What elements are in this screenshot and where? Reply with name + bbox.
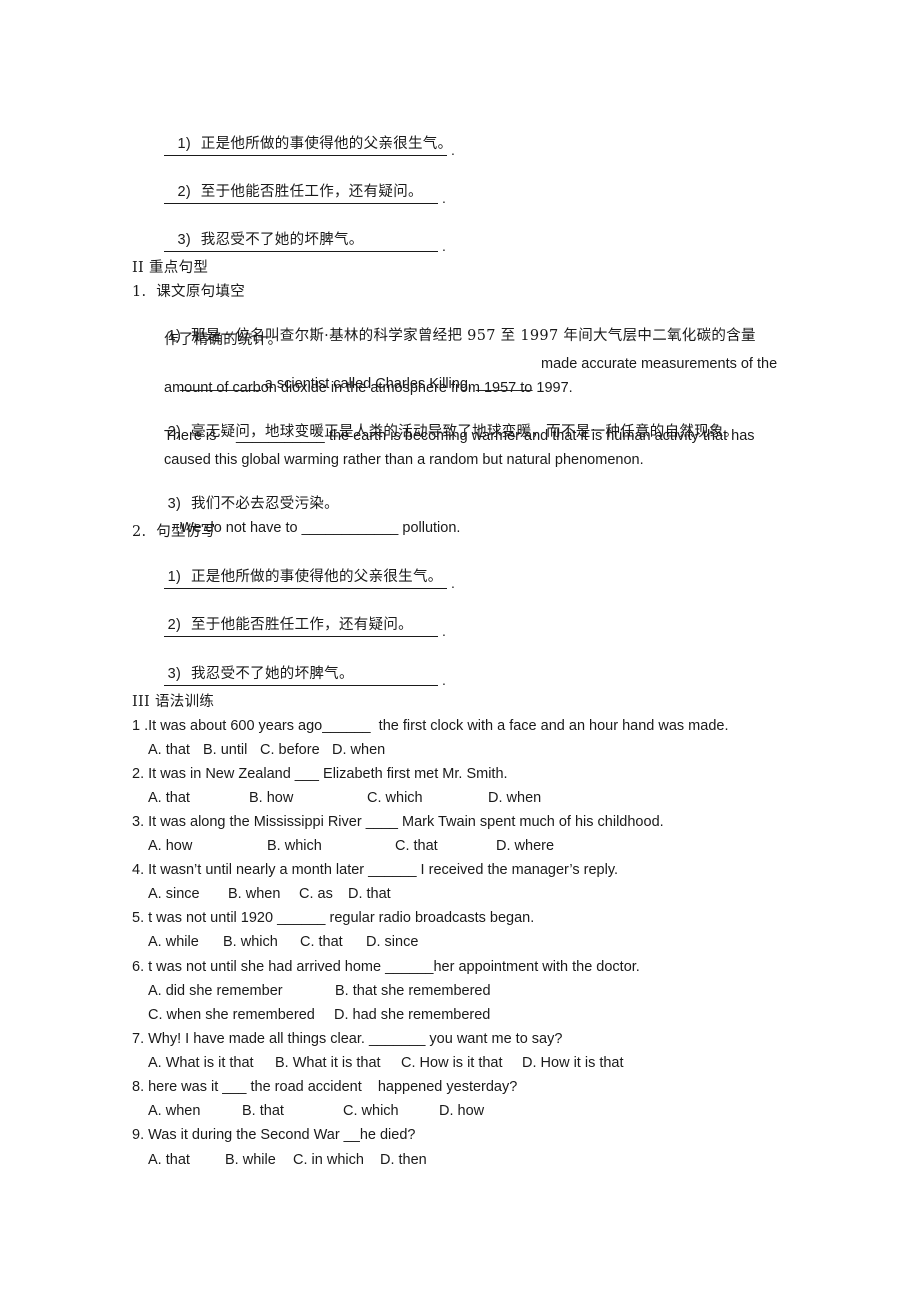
answer-blank[interactable] (164, 203, 438, 204)
fill-item-2-english-start: There is (164, 428, 217, 444)
option-c[interactable]: C. that (300, 932, 343, 952)
option-d[interactable]: D. how (439, 1101, 484, 1121)
option-a[interactable]: A. how (148, 836, 192, 856)
imitation-item-3: 3) 我忍受不了她的坏脾气。 (148, 644, 354, 682)
option-b[interactable]: B. that (242, 1101, 284, 1121)
option-d[interactable]: D. How it is that (522, 1053, 624, 1073)
question-4-stem: 4. It wasn’t until nearly a month later … (132, 862, 619, 878)
answer-blank[interactable]: ___________ (236, 426, 325, 446)
option-d[interactable]: D. when (488, 788, 541, 808)
fill-item-2-english-tail: the earth is becoming warmer and that it… (329, 428, 755, 444)
option-b[interactable]: B. until (203, 740, 247, 760)
option-d[interactable]: D. when (332, 740, 385, 760)
item-number: 3) (177, 232, 191, 248)
option-c[interactable]: C. as (299, 884, 333, 904)
blank-period: . (442, 672, 446, 688)
option-c[interactable]: C. before (260, 740, 320, 760)
item-text: 至于他能否胜任工作，还有疑问。 (200, 184, 423, 200)
item-number: 2) (167, 617, 182, 633)
fill-item-3-english: We do not have to ____________ pollution… (164, 498, 460, 536)
blank-period: . (442, 190, 446, 206)
option-d[interactable]: D. where (496, 836, 554, 856)
option-b[interactable]: B. that she remembered (335, 981, 491, 1001)
answer-blank[interactable] (164, 155, 447, 156)
option-b[interactable]: B. which (267, 836, 322, 856)
item-text: 正是他所做的事使得他的父亲很生气。 (200, 136, 453, 152)
option-d[interactable]: D. since (366, 932, 418, 952)
question-6-stem: 6. t was not until she had arrived home … (132, 959, 640, 975)
item-number: 1) (167, 569, 182, 585)
option-c[interactable]: C. in which (293, 1150, 364, 1170)
blank-period: . (442, 238, 446, 254)
question-1-stem: 1 .It was about 600 years ago______ the … (132, 718, 729, 734)
question-8-stem: 8. here was it ___ the road accident hap… (132, 1079, 518, 1095)
item-text: 我忍受不了她的坏脾气。 (200, 232, 364, 248)
top-item-3: 3) 我忍受不了她的坏脾气。 (148, 210, 364, 248)
question-9-stem: 9. Was it during the Second War __he die… (132, 1127, 416, 1143)
question-3-stem: 3. It was along the Mississippi River __… (132, 814, 664, 830)
answer-blank[interactable] (164, 251, 438, 252)
top-item-2: 2) 至于他能否胜任工作，还有疑问。 (148, 162, 423, 200)
section-heading-key-sentences: II 重点句型 (132, 260, 209, 276)
fill-item-2-chinese: 2) 毫无疑问，地球变暖正是人类的活动导致了地球变暖，而不是一种任意的自然现象。 (148, 402, 739, 440)
blank-period: . (451, 142, 455, 158)
fill-item-1-english: __________ a scientist called Charles Ki… (164, 354, 532, 392)
option-a[interactable]: A. did she remember (148, 981, 283, 1001)
option-a[interactable]: A. that (148, 740, 190, 760)
part-heading-fill-in: 1. 课文原句填空 (132, 284, 246, 300)
question-7-stem: 7. Why! I have made all things clear. __… (132, 1031, 563, 1047)
option-d[interactable]: D. then (380, 1150, 427, 1170)
option-c[interactable]: C. that (395, 836, 438, 856)
answer-blank[interactable]: ____________ (302, 520, 399, 536)
fill-item-1-chinese-cont: 作了精确的统计。 (164, 332, 283, 348)
sentence-text: pollution. (398, 520, 461, 536)
fill-item-2-english-cont: caused this global warming rather than a… (164, 452, 644, 468)
document-page: 1) 正是他所做的事使得他的父亲很生气。 . 2) 至于他能否胜任工作，还有疑问… (0, 0, 920, 1302)
blank-period: . (442, 623, 446, 639)
option-b[interactable]: B. What it is that (275, 1053, 381, 1073)
option-c[interactable]: C. How is it that (401, 1053, 503, 1073)
top-item-1: 1) 正是他所做的事使得他的父亲很生气。 (148, 114, 452, 152)
part-heading-imitation: 2. 句型仿写 (132, 524, 216, 540)
option-b[interactable]: B. when (228, 884, 280, 904)
item-number: 2) (177, 184, 191, 200)
option-b[interactable]: B. while (225, 1150, 276, 1170)
item-text: 至于他能否胜任工作，还有疑问。 (190, 617, 413, 633)
answer-blank[interactable] (164, 685, 438, 686)
option-c[interactable]: C. when she remembered (148, 1005, 315, 1025)
option-a[interactable]: A. while (148, 932, 199, 952)
item-number: 3) (167, 666, 182, 682)
fill-item-1-english-tail: made accurate measurements of the (541, 356, 778, 372)
option-b[interactable]: B. how (249, 788, 293, 808)
answer-blank[interactable] (164, 588, 447, 589)
item-text: 正是他所做的事使得他的父亲很生气。 (190, 569, 443, 585)
option-c[interactable]: C. which (367, 788, 423, 808)
imitation-item-2: 2) 至于他能否胜任工作，还有疑问。 (148, 595, 413, 633)
fill-item-1-english-cont: amount of carbon dioxide in the atmosphe… (164, 380, 573, 396)
fill-item-3-chinese: 3) 我们不必去忍受污染。 (148, 474, 339, 512)
option-a[interactable]: A. since (148, 884, 200, 904)
item-text: 我忍受不了她的坏脾气。 (190, 666, 354, 682)
option-d[interactable]: D. that (348, 884, 391, 904)
section-heading-grammar: III 语法训练 (132, 694, 215, 710)
fill-item-1-chinese: 1) 那是一位名叫查尔斯·基林的科学家曾经把 957 至 1997 年间大气层中… (148, 306, 756, 344)
option-d[interactable]: D. had she remembered (334, 1005, 490, 1025)
option-a[interactable]: A. that (148, 1150, 190, 1170)
option-a[interactable]: A. What is it that (148, 1053, 254, 1073)
question-5-stem: 5. t was not until 1920 ______ regular r… (132, 910, 535, 926)
option-c[interactable]: C. which (343, 1101, 399, 1121)
item-number: 1) (177, 136, 191, 152)
imitation-item-1: 1) 正是他所做的事使得他的父亲很生气。 (148, 547, 443, 585)
option-a[interactable]: A. that (148, 788, 190, 808)
option-b[interactable]: B. which (223, 932, 278, 952)
blank-period: . (451, 575, 455, 591)
option-a[interactable]: A. when (148, 1101, 200, 1121)
answer-blank[interactable] (164, 636, 438, 637)
question-2-stem: 2. It was in New Zealand ___ Elizabeth f… (132, 766, 508, 782)
